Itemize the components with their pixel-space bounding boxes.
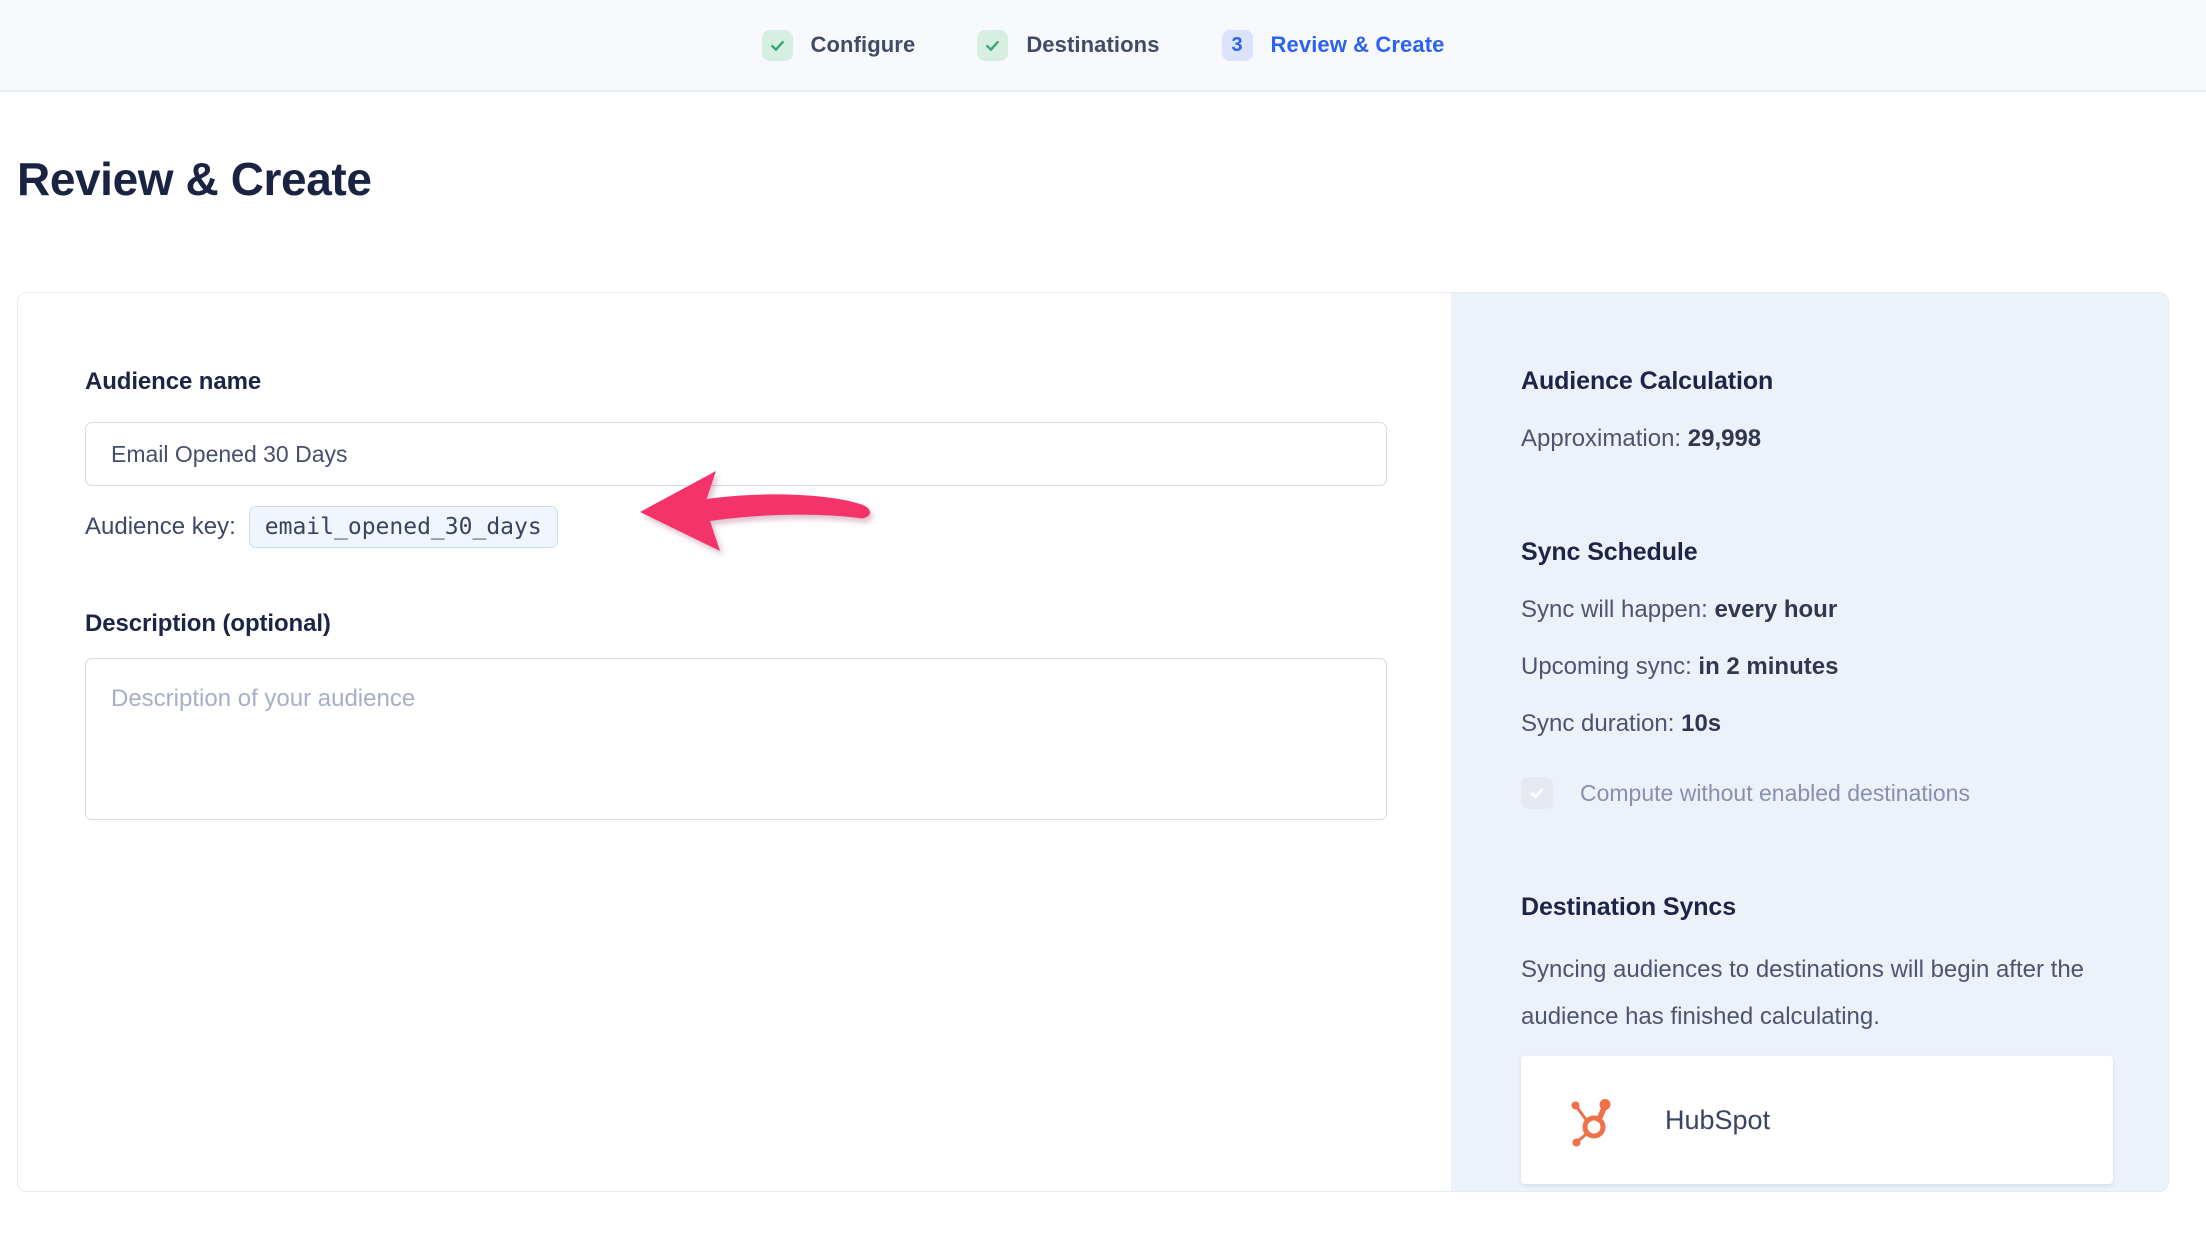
destination-name: HubSpot [1665,1105,1770,1136]
step-complete-check-icon [977,30,1008,61]
approximation-value: 29,998 [1688,425,1761,452]
upcoming-sync-row: Upcoming sync: in 2 minutes [1521,652,2113,682]
audience-name-input[interactable] [85,422,1387,486]
compute-without-destinations-row: Compute without enabled destinations [1521,777,2113,809]
compute-without-destinations-label: Compute without enabled destinations [1580,780,1970,807]
audience-key-badge: email_opened_30_days [249,506,558,548]
step-label: Review & Create [1271,32,1445,58]
sync-duration-row: Sync duration: 10s [1521,709,2113,739]
audience-form: Audience name Audience key: email_opened… [18,293,1451,1191]
checkbox-check-icon [1528,784,1546,802]
step-configure[interactable]: Configure [762,30,916,61]
sync-frequency-value: every hour [1714,596,1837,623]
sync-frequency-label: Sync will happen: [1521,596,1708,623]
step-label: Configure [811,32,916,58]
audience-key-label: Audience key: [85,513,236,541]
hubspot-logo-icon [1565,1093,1615,1148]
upcoming-sync-value: in 2 minutes [1698,653,1838,680]
approximation-label: Approximation: [1521,425,1681,452]
sync-frequency-row: Sync will happen: every hour [1521,595,2113,625]
description-textarea[interactable] [85,658,1387,820]
page-title: Review & Create [17,152,2206,206]
sync-duration-value: 10s [1681,710,1721,737]
review-card: Audience name Audience key: email_opened… [17,292,2169,1192]
step-destinations[interactable]: Destinations [977,30,1159,61]
description-label: Description (optional) [85,610,1387,638]
destination-syncs-title: Destination Syncs [1521,893,2113,922]
step-number-badge: 3 [1222,30,1253,61]
destination-card-hubspot[interactable]: HubSpot [1521,1056,2113,1184]
step-complete-check-icon [762,30,793,61]
sync-duration-label: Sync duration: [1521,710,1674,737]
step-review-create[interactable]: 3 Review & Create [1222,30,1445,61]
audience-key-row: Audience key: email_opened_30_days [85,506,1387,548]
summary-panel: Audience Calculation Approximation: 29,9… [1451,293,2169,1191]
approximation-row: Approximation: 29,998 [1521,424,2113,454]
wizard-stepper: Configure Destinations 3 Review & Create [0,0,2206,92]
compute-without-destinations-checkbox[interactable] [1521,777,1553,809]
audience-calculation-title: Audience Calculation [1521,367,2113,396]
upcoming-sync-label: Upcoming sync: [1521,653,1692,680]
step-label: Destinations [1026,32,1159,58]
destination-syncs-description: Syncing audiences to destinations will b… [1521,946,2113,1040]
sync-schedule-title: Sync Schedule [1521,538,2113,567]
sync-schedule-rows: Sync will happen: every hour Upcoming sy… [1521,595,2113,739]
audience-name-label: Audience name [85,368,1387,396]
